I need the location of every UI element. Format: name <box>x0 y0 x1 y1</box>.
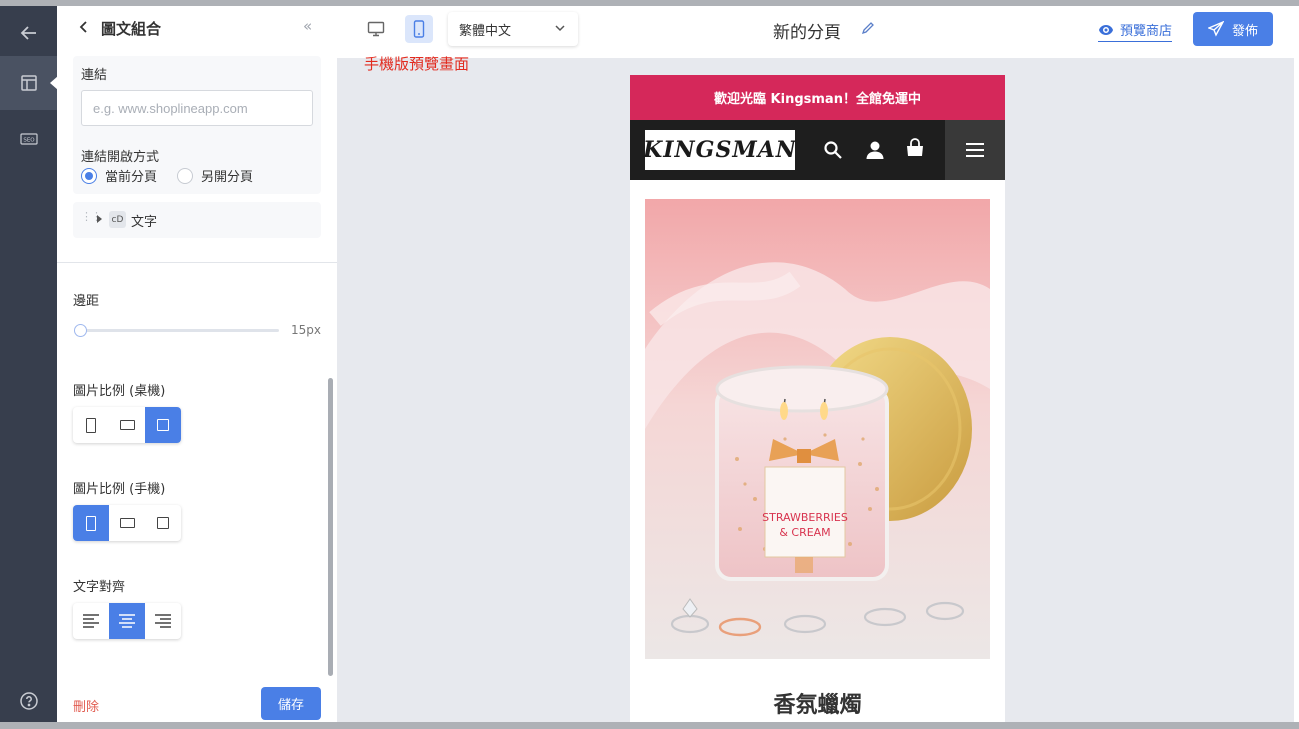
preview-store-label: 預覽商店 <box>1120 24 1173 39</box>
link-label: 連結 <box>81 68 108 83</box>
chevron-down-icon <box>555 25 565 32</box>
open-mode-label: 連結開啟方式 <box>81 150 160 165</box>
publish-label: 發佈 <box>1231 23 1258 39</box>
ratio-mobile-label: 圖片比例 (手機) <box>73 482 166 497</box>
padding-value: 15px <box>291 323 321 337</box>
portrait-icon <box>86 417 96 433</box>
candle-label-line1: STRAWBERRIES <box>762 511 848 524</box>
back-arrow-icon <box>20 26 36 40</box>
help-icon <box>19 692 38 710</box>
publish-button[interactable]: 發佈 <box>1193 12 1273 46</box>
align-right-icon <box>155 614 171 628</box>
text-block-icon: cD <box>109 211 126 228</box>
store-logo[interactable]: KINGSMAN <box>643 130 796 170</box>
back-button[interactable] <box>0 6 57 60</box>
mobile-icon <box>413 20 425 38</box>
padding-label: 邊距 <box>73 294 100 309</box>
align-right-button[interactable] <box>145 603 181 639</box>
landscape-icon <box>119 420 135 430</box>
language-value: 繁體中文 <box>459 23 512 39</box>
align-left-icon <box>83 614 99 628</box>
hamburger-icon <box>966 143 984 157</box>
landscape-icon <box>119 518 135 528</box>
text-block-label: 文字 <box>131 215 158 230</box>
ratio-desktop-selector <box>73 407 181 443</box>
user-icon[interactable] <box>865 140 885 160</box>
seo-nav-button[interactable]: SEO <box>0 112 57 166</box>
product-hero-image: STRAWBERRIES & CREAM <box>645 199 990 659</box>
link-settings-card: 連結 連結開啟方式 當前分頁 另開分頁 <box>73 56 321 194</box>
menu-button[interactable] <box>945 120 1005 180</box>
padding-slider-track[interactable] <box>79 329 279 332</box>
layout-nav-button[interactable] <box>0 56 58 110</box>
link-input[interactable] <box>81 90 313 126</box>
shop-header: KINGSMAN <box>630 120 1005 180</box>
language-select[interactable]: 繁體中文 <box>448 12 578 46</box>
ratio-landscape-button[interactable] <box>109 407 145 443</box>
portrait-icon <box>86 515 96 531</box>
window-right-edge <box>1294 6 1299 722</box>
search-icon[interactable] <box>823 140 843 160</box>
send-icon <box>1207 21 1224 37</box>
ratio-landscape-button[interactable] <box>109 505 145 541</box>
align-center-button[interactable] <box>109 603 145 639</box>
caret-right-icon[interactable] <box>97 215 102 223</box>
collapse-panel-icon[interactable]: « <box>303 17 312 35</box>
desktop-view-button[interactable] <box>362 15 390 43</box>
align-center-icon <box>119 614 135 628</box>
radio-new-tab[interactable]: 另開分頁 <box>177 166 253 185</box>
panel-divider <box>57 262 337 263</box>
ratio-portrait-button[interactable] <box>73 407 109 443</box>
ratio-portrait-button[interactable] <box>73 505 109 541</box>
page-title: 新的分頁 <box>773 23 841 43</box>
candle-label-line2: & CREAM <box>779 526 830 539</box>
mobile-preview-frame: 歡迎光臨 Kingsman！全館免運中 KINGSMAN STRAWBERRIE… <box>630 75 1005 722</box>
text-block-row[interactable]: ⋮⋮ cD 文字 <box>73 202 321 238</box>
ratio-mobile-selector <box>73 505 181 541</box>
panel-header: 圖文組合 « <box>57 6 337 50</box>
panel-scrollbar[interactable] <box>328 378 333 676</box>
mobile-preview-caption: 手機版預覽畫面 <box>364 55 470 73</box>
square-icon <box>157 517 169 529</box>
text-align-selector <box>73 603 181 639</box>
eye-icon <box>1099 24 1113 35</box>
desktop-icon <box>367 21 385 37</box>
help-button[interactable] <box>0 674 57 728</box>
panel-footer: 刪除 儲存 <box>57 676 337 722</box>
svg-text:SEO: SEO <box>23 138 35 144</box>
text-align-label: 文字對齊 <box>73 580 126 595</box>
layout-icon <box>20 75 37 91</box>
settings-panel: 圖文組合 « 連結 連結開啟方式 當前分頁 另開分頁 ⋮⋮ cD 文字 邊距 1… <box>57 6 337 722</box>
ratio-desktop-label: 圖片比例 (桌機) <box>73 384 166 399</box>
seo-icon: SEO <box>19 133 38 145</box>
chevron-left-icon[interactable] <box>77 19 91 35</box>
padding-slider-thumb[interactable] <box>74 324 87 337</box>
product-title: 香氛蠟燭 <box>773 693 862 718</box>
radio-current-tab[interactable]: 當前分頁 <box>81 166 157 185</box>
radio-dot <box>177 167 193 184</box>
ratio-square-button[interactable] <box>145 407 181 443</box>
ratio-square-button[interactable] <box>145 505 181 541</box>
radio-current-tab-label: 當前分頁 <box>105 170 158 185</box>
align-left-button[interactable] <box>73 603 109 639</box>
announcement-bar: 歡迎光臨 Kingsman！全館免運中 <box>630 75 1005 120</box>
panel-title: 圖文組合 <box>101 20 162 38</box>
window-bottom-border <box>0 722 1299 729</box>
save-button[interactable]: 儲存 <box>261 687 321 720</box>
delete-button[interactable]: 刪除 <box>73 696 99 715</box>
bag-icon[interactable] <box>905 138 925 158</box>
square-icon <box>157 419 169 431</box>
radio-dot-selected <box>81 167 97 184</box>
mobile-view-button[interactable] <box>405 15 433 43</box>
top-toolbar: 繁體中文 新的分頁 預覽商店 發佈 <box>337 6 1294 58</box>
preview-store-link[interactable]: 預覽商店 <box>1098 20 1173 42</box>
left-nav-rail: SEO <box>0 6 58 722</box>
pencil-icon[interactable] <box>861 21 875 35</box>
radio-new-tab-label: 另開分頁 <box>201 170 254 185</box>
